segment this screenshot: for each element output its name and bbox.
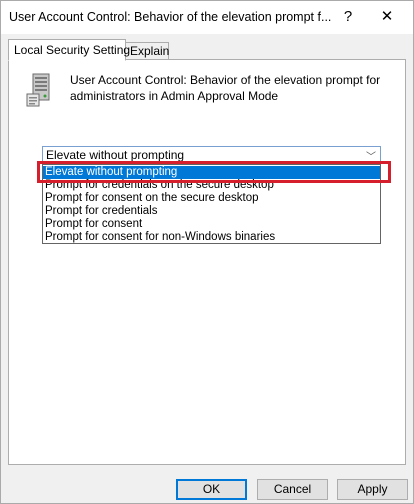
tab-local-security-setting[interactable]: Local Security Setting bbox=[8, 39, 130, 61]
dropdown-option-consent-secure-desktop[interactable]: Prompt for consent on the secure desktop bbox=[43, 192, 380, 205]
dropdown-option-consent-non-windows[interactable]: Prompt for consent for non-Windows binar… bbox=[43, 231, 380, 244]
dialog-window: User Account Control: Behavior of the el… bbox=[0, 0, 414, 504]
server-policy-icon bbox=[25, 72, 57, 108]
tab-explain[interactable]: Explain bbox=[125, 42, 169, 60]
window-title: User Account Control: Behavior of the el… bbox=[9, 10, 331, 24]
tab-panel: User Account Control: Behavior of the el… bbox=[8, 59, 406, 465]
dropdown-option-credentials[interactable]: Prompt for credentials bbox=[43, 205, 380, 218]
annotation-highlight-box bbox=[37, 161, 391, 183]
combobox-value: Elevate without prompting bbox=[46, 148, 185, 162]
policy-title: User Account Control: Behavior of the el… bbox=[70, 73, 381, 103]
ok-button[interactable]: OK bbox=[176, 479, 247, 500]
help-icon[interactable]: ? bbox=[334, 5, 362, 29]
close-icon[interactable]: ✕ bbox=[371, 5, 403, 29]
title-bar: User Account Control: Behavior of the el… bbox=[1, 1, 413, 34]
apply-button[interactable]: Apply bbox=[337, 479, 408, 500]
dropdown-option-consent[interactable]: Prompt for consent bbox=[43, 218, 380, 231]
cancel-button[interactable]: Cancel bbox=[257, 479, 328, 500]
